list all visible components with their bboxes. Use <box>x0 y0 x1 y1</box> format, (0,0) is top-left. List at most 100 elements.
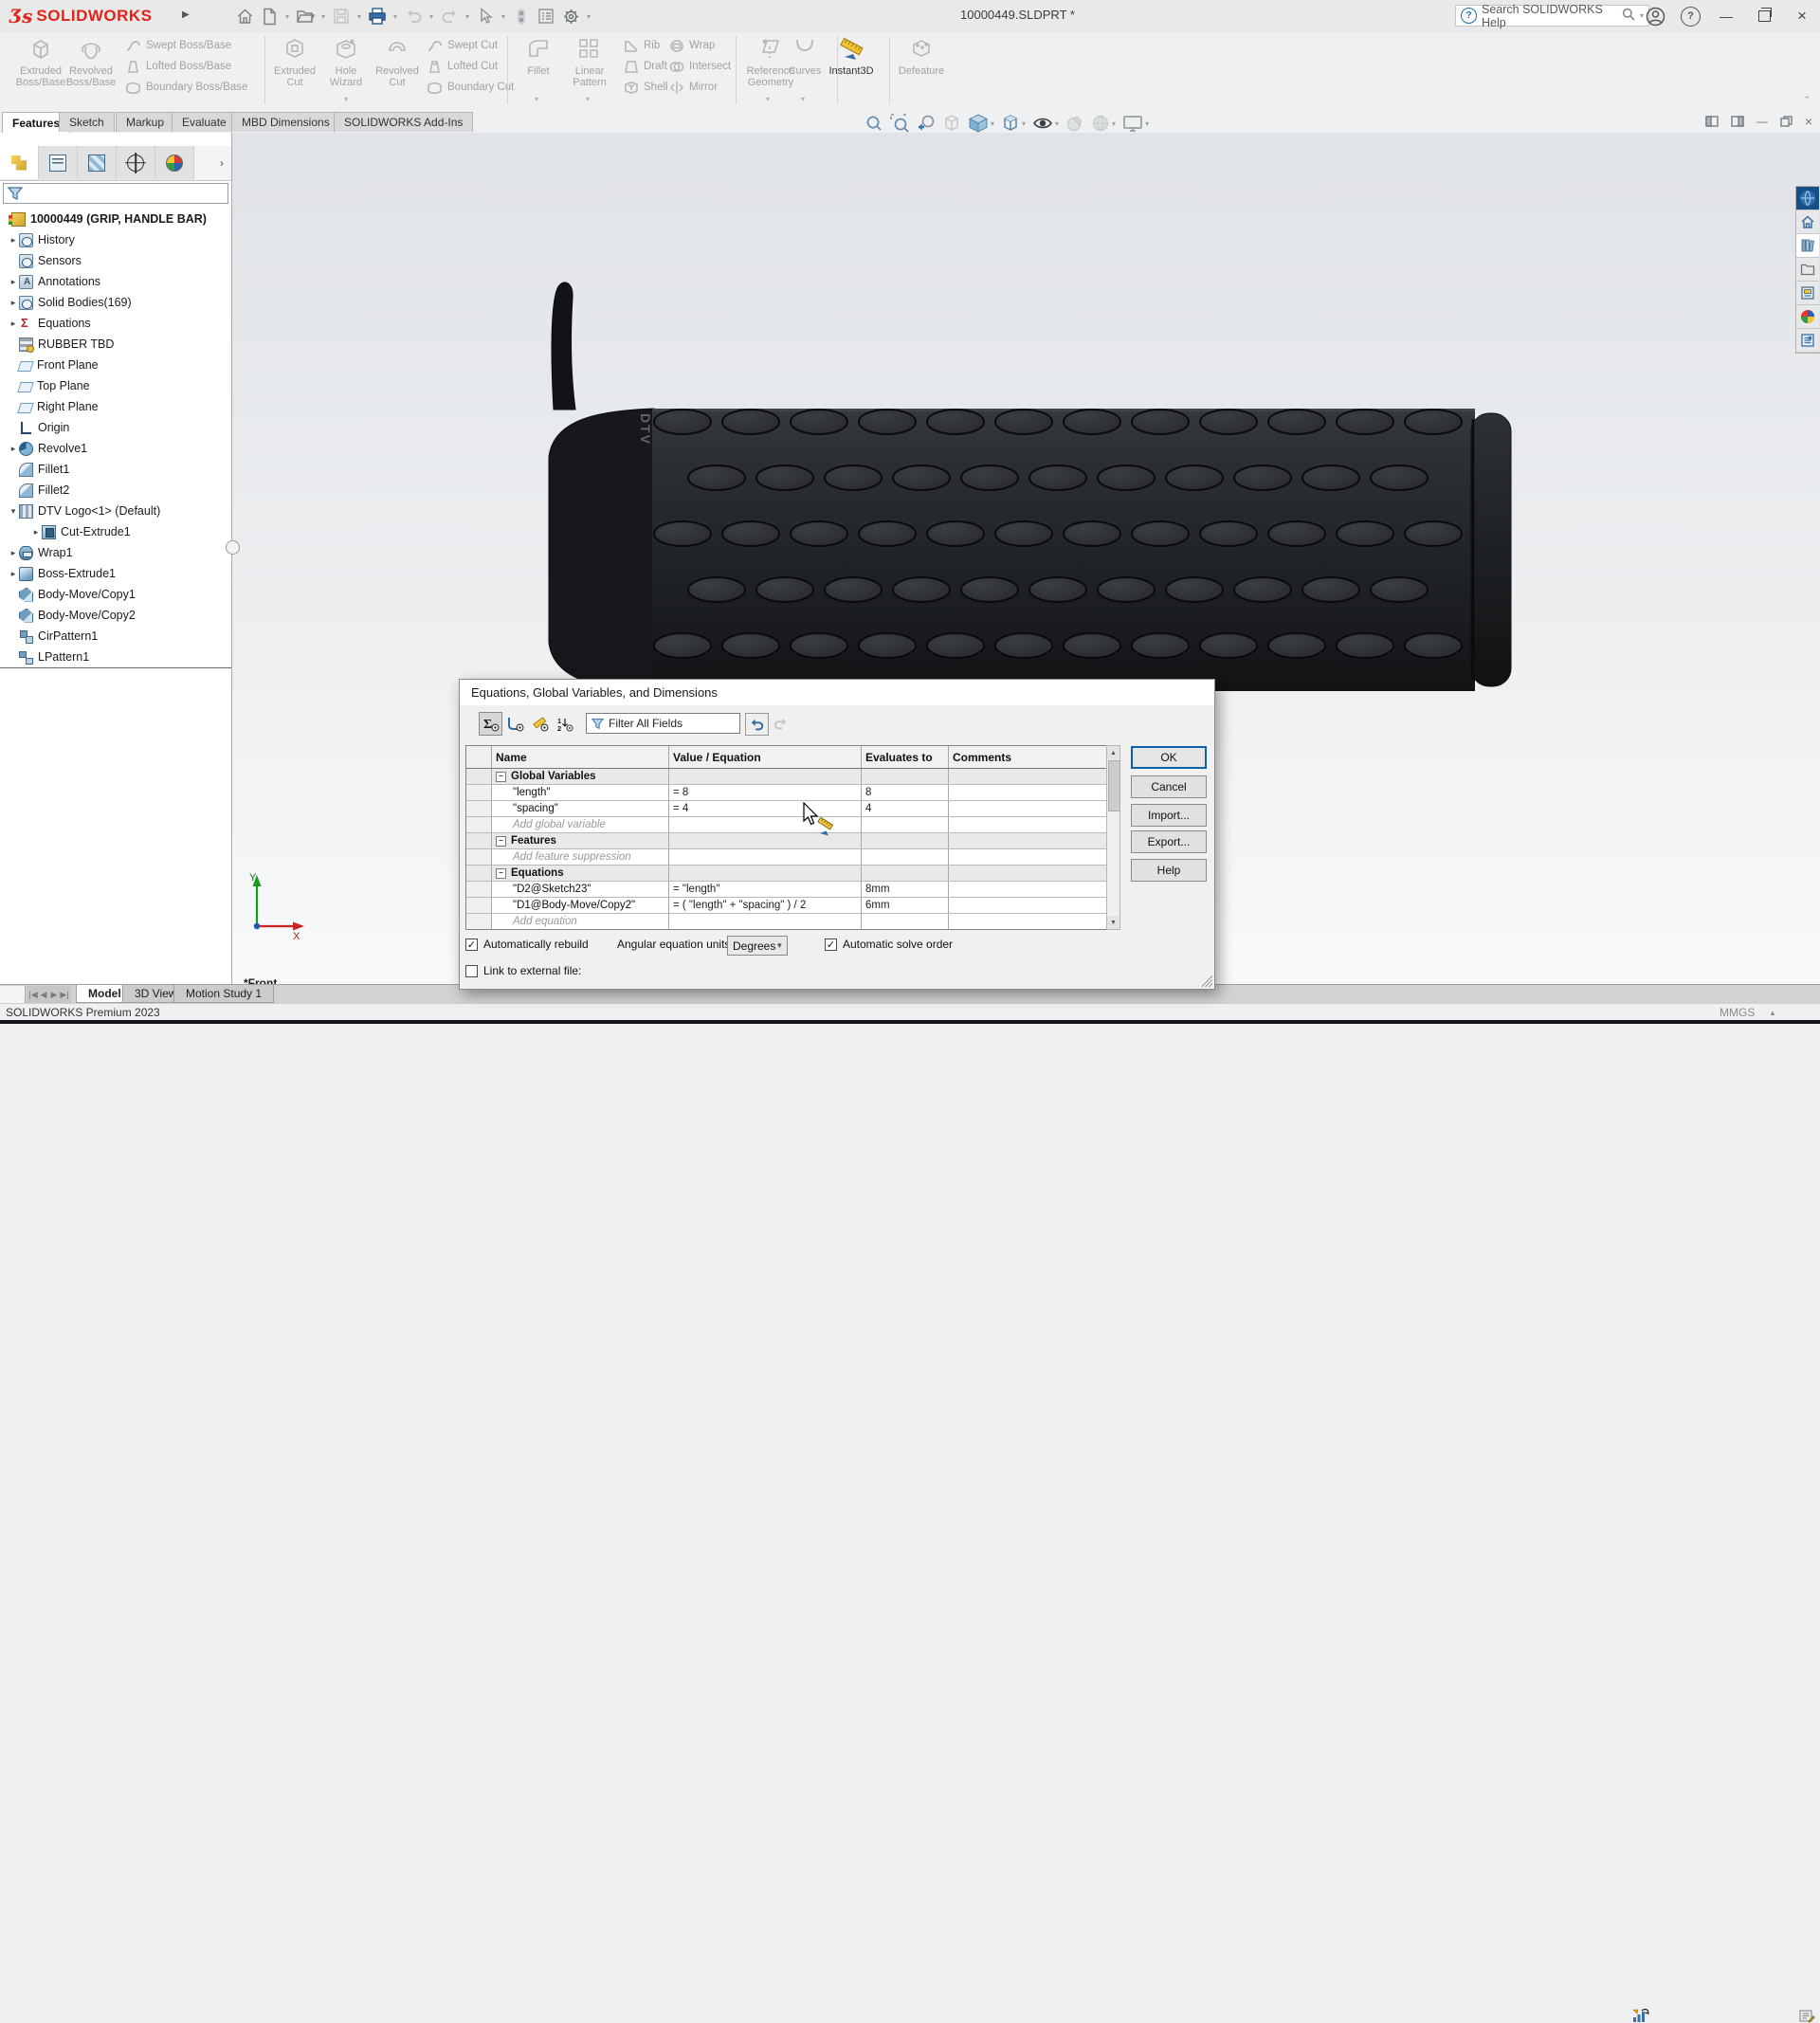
file-explorer-tab[interactable] <box>1796 258 1819 282</box>
tree-item-front-plane[interactable]: Front Plane <box>0 355 231 375</box>
select-dropdown[interactable]: ▾ <box>498 12 509 21</box>
configurationmanager-tab[interactable] <box>78 146 117 179</box>
table-row-add-global-variable[interactable]: Add global variable <box>466 817 1107 833</box>
draft-button[interactable]: Draft <box>624 56 668 77</box>
tab-splitter[interactable] <box>0 986 26 1003</box>
view-orientation-icon[interactable]: ▾ <box>968 113 994 134</box>
checkbox-checked[interactable]: ✓ <box>465 939 478 951</box>
angular-units-select[interactable]: Degrees▼ <box>727 936 788 956</box>
tree-item-cirpattern1[interactable]: CirPattern1 <box>0 626 231 647</box>
swept-boss-base-button[interactable]: Swept Boss/Base <box>125 35 247 56</box>
appearances-tab[interactable] <box>1796 305 1819 329</box>
solidworks-logo[interactable]: Ʒs SOLIDWORKS <box>9 6 153 27</box>
shell-button[interactable]: Shell <box>624 77 668 98</box>
home-tab[interactable] <box>1796 210 1819 234</box>
tab-solidworks-addins[interactable]: SOLIDWORKS Add-Ins <box>334 112 473 132</box>
help-icon[interactable]: ? <box>1681 7 1701 27</box>
view-orientation-dropdown[interactable]: ▾ <box>991 119 994 128</box>
pane-right-icon[interactable] <box>1731 116 1744 127</box>
checkbox-unchecked[interactable] <box>465 965 478 977</box>
previous-view-icon[interactable] <box>916 114 936 133</box>
collapse-icon[interactable]: − <box>496 868 506 879</box>
scroll-down-arrow[interactable]: ▼ <box>1107 916 1119 929</box>
tree-item-boss-extrude1[interactable]: ▸Boss-Extrude1 <box>0 563 231 584</box>
curves-dropdown[interactable]: ▾ <box>801 95 805 103</box>
restore-button[interactable] <box>1752 4 1776 28</box>
export-button[interactable]: Export... <box>1131 830 1207 853</box>
ribbon-collapse-chevron[interactable]: ⌃ <box>1803 95 1811 105</box>
custom-properties-tab[interactable] <box>1796 329 1819 353</box>
automatic-solve-order-checkbox[interactable]: ✓ Automatic solve order <box>825 938 953 951</box>
undo-dropdown[interactable]: ▾ <box>426 12 437 21</box>
revolved-cut-button[interactable]: Revolved Cut <box>372 35 423 88</box>
tab-markup[interactable]: Markup <box>116 112 174 132</box>
help-search-box[interactable]: ? Search SOLIDWORKS Help ▾ <box>1455 5 1649 27</box>
linear-pattern-button[interactable]: Linear Pattern <box>563 35 616 88</box>
search-icon[interactable] <box>1622 8 1635 24</box>
automatically-rebuild-checkbox[interactable]: ✓ Automatically rebuild <box>465 938 589 951</box>
tree-item-material[interactable]: RUBBER TBD <box>0 334 231 355</box>
tab-evaluate[interactable]: Evaluate <box>172 112 237 132</box>
table-row-equations[interactable]: −Equations <box>466 866 1107 882</box>
tab-mbd-dimensions[interactable]: MBD Dimensions <box>231 112 340 132</box>
table-row-add-equation[interactable]: Add equation <box>466 914 1107 929</box>
redo-icon[interactable] <box>437 4 462 28</box>
settings-dropdown[interactable]: ▾ <box>583 12 594 21</box>
rebuild-indicator-icon[interactable] <box>1632 2009 1649 2023</box>
featuremanager-tab[interactable] <box>0 146 39 179</box>
table-row-spacing[interactable]: "spacing" = 4 4 <box>466 801 1107 817</box>
defeature-button[interactable]: Defeature <box>895 35 948 77</box>
table-row-d2-sketch23[interactable]: "D2@Sketch23" = "length" 8mm <box>466 882 1107 898</box>
collapse-icon[interactable]: − <box>496 772 506 782</box>
tree-item-top-plane[interactable]: Top Plane <box>0 375 231 396</box>
lofted-boss-base-button[interactable]: Lofted Boss/Base <box>125 56 247 77</box>
table-scrollbar[interactable]: ▲ ▼ <box>1106 745 1120 930</box>
instant3d-button[interactable]: Instant3D <box>823 35 880 77</box>
view-settings-dropdown[interactable]: ▾ <box>1145 119 1149 128</box>
pane-left-icon[interactable] <box>1705 116 1719 127</box>
prev-tab-arrow[interactable]: ◀ <box>39 990 48 1000</box>
dialog-redo-button[interactable] <box>771 713 790 734</box>
tree-item-annotations[interactable]: ▸Annotations <box>0 271 231 292</box>
tree-item-fillet1[interactable]: Fillet1 <box>0 459 231 480</box>
tree-item-dtv-logo[interactable]: ▾DTV Logo<1> (Default) <box>0 501 231 521</box>
doc-close-icon[interactable]: × <box>1805 114 1812 129</box>
tree-item-body-move-copy2[interactable]: Body-Move/Copy2 <box>0 605 231 626</box>
panel-tabs-overflow[interactable]: › <box>194 146 231 180</box>
help-button[interactable]: Help <box>1131 859 1207 882</box>
dialog-resize-grip[interactable] <box>1201 975 1212 987</box>
new-dropdown[interactable]: ▾ <box>282 12 293 21</box>
last-tab-arrow[interactable]: ▶| <box>60 990 69 1000</box>
dialog-filter-input[interactable]: Filter All Fields <box>586 713 740 734</box>
view-palette-tab[interactable] <box>1796 282 1819 305</box>
tree-item-history[interactable]: ▸History <box>0 229 231 250</box>
rib-button[interactable]: Rib <box>624 35 668 56</box>
tree-filter-input[interactable] <box>3 183 228 204</box>
dimxpertmanager-tab[interactable] <box>117 146 155 179</box>
propertymanager-tab[interactable] <box>39 146 78 179</box>
doc-minimize-icon[interactable]: — <box>1756 115 1768 128</box>
scroll-up-arrow[interactable]: ▲ <box>1107 746 1119 759</box>
boundary-boss-base-button[interactable]: Boundary Boss/Base <box>125 77 247 98</box>
open-dropdown[interactable]: ▾ <box>318 12 329 21</box>
grip-model[interactable]: DTV <box>512 275 1531 706</box>
ok-button[interactable]: OK <box>1131 746 1207 769</box>
hole-wizard-dropdown[interactable]: ▾ <box>344 95 348 103</box>
collapse-icon[interactable]: − <box>496 836 506 847</box>
wrap-button[interactable]: Wrap <box>669 35 731 56</box>
swept-cut-button[interactable]: Swept Cut <box>427 35 514 56</box>
design-library-tab[interactable] <box>1796 234 1819 258</box>
tree-item-wrap1[interactable]: ▸Wrap1 <box>0 542 231 563</box>
tree-item-right-plane[interactable]: Right Plane <box>0 396 231 417</box>
edit-appearance-icon[interactable] <box>1065 114 1084 133</box>
import-button[interactable]: Import... <box>1131 804 1207 827</box>
panel-resize-grip[interactable] <box>226 540 240 555</box>
doc-restore-icon[interactable] <box>1780 116 1793 127</box>
settings-gear-icon[interactable] <box>558 4 583 28</box>
undo-icon[interactable] <box>401 4 426 28</box>
table-row-d1-body-move-copy2[interactable]: "D1@Body-Move/Copy2" = ( "length" + "spa… <box>466 898 1107 914</box>
lofted-cut-button[interactable]: Lofted Cut <box>427 56 514 77</box>
display-style-icon[interactable]: ▾ <box>1001 114 1026 133</box>
save-icon[interactable] <box>329 4 354 28</box>
touch-mode-icon[interactable] <box>509 4 534 28</box>
